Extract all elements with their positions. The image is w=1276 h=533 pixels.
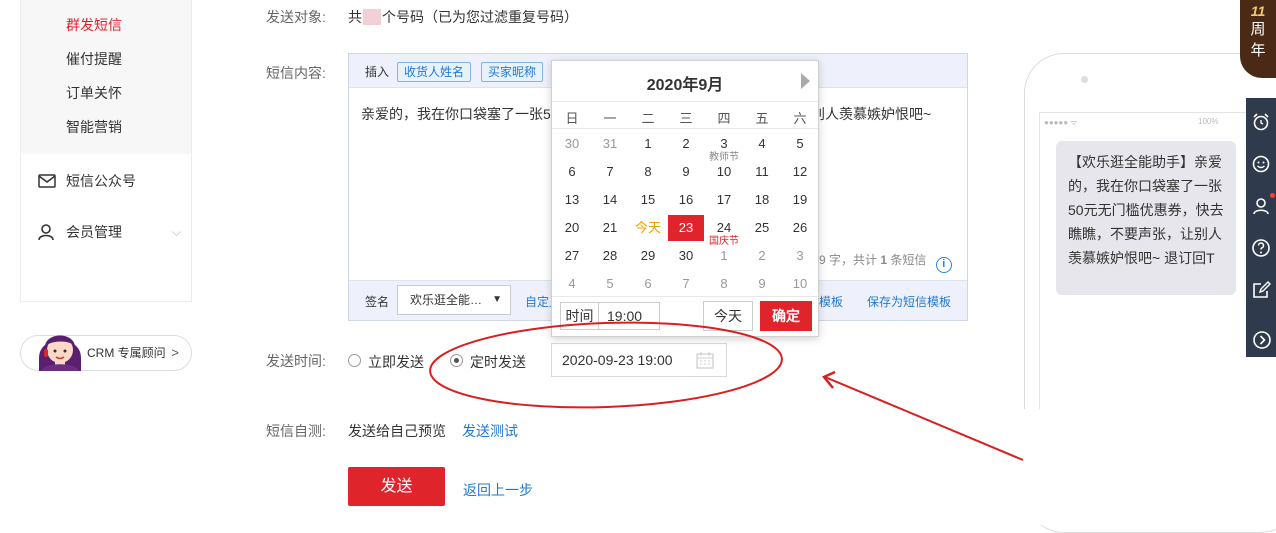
annotation-ellipse bbox=[429, 321, 783, 409]
annotation-overlay bbox=[429, 321, 1024, 461]
annotation-arrow-line bbox=[824, 376, 1024, 461]
